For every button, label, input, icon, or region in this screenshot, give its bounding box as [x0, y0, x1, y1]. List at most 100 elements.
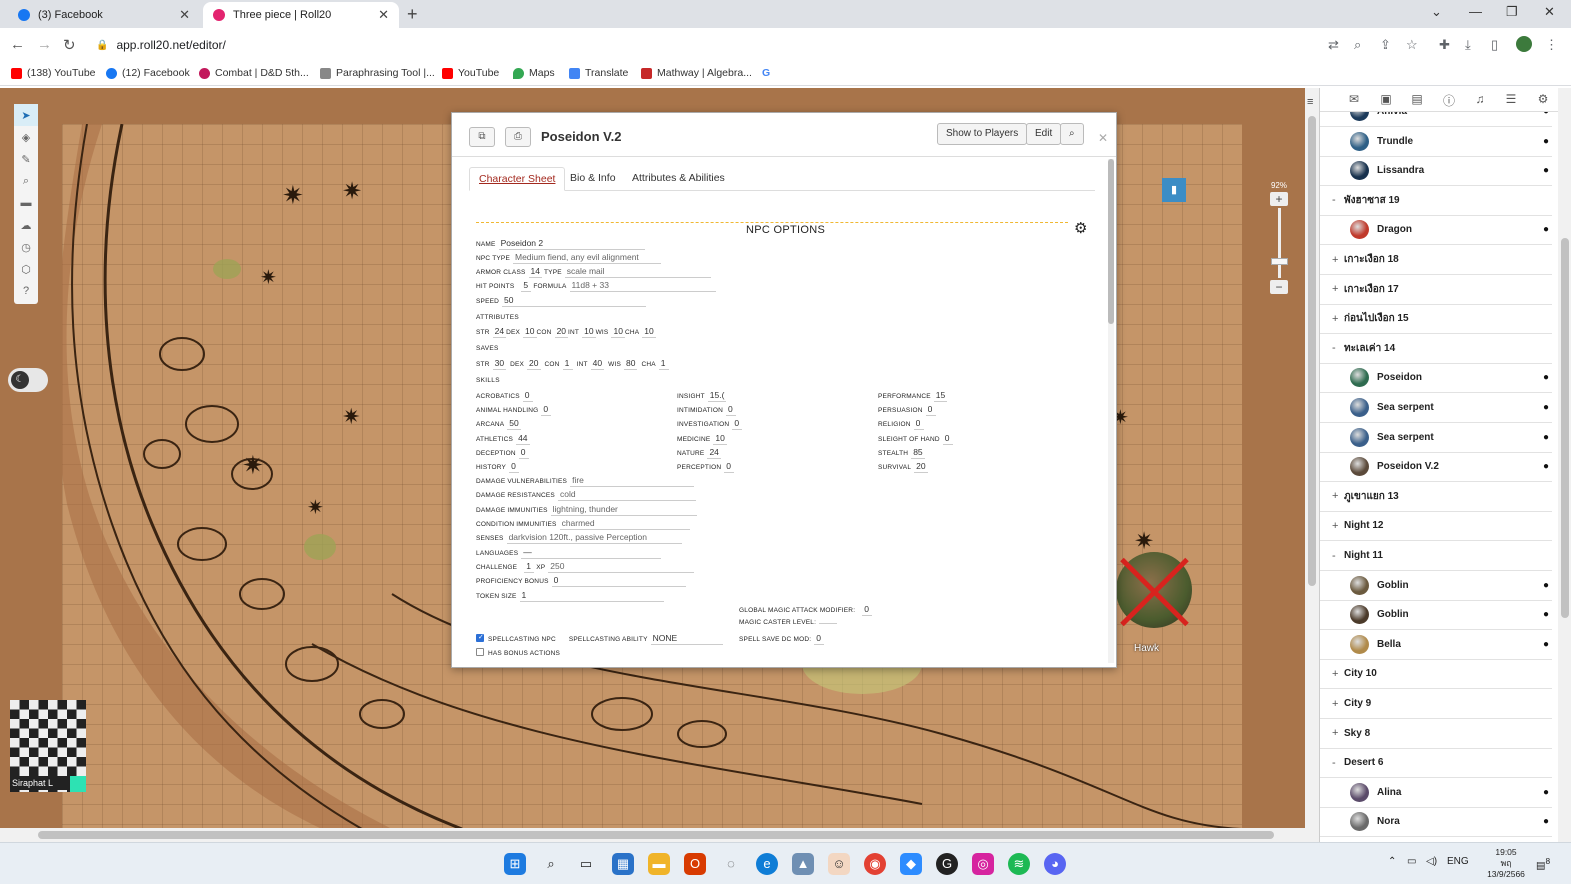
- expand-icon[interactable]: +: [1332, 668, 1344, 680]
- expand-icon[interactable]: +: [1332, 698, 1344, 710]
- scrollbar-thumb[interactable]: [1561, 238, 1569, 618]
- widgets-icon[interactable]: ▦: [612, 853, 634, 875]
- volume-icon[interactable]: ◁): [1426, 856, 1437, 867]
- expand-icon[interactable]: +: [1332, 727, 1344, 739]
- fog-tool-icon[interactable]: ☁: [14, 214, 38, 236]
- app-icon[interactable]: ◆: [900, 853, 922, 875]
- tab-search-icon[interactable]: ⌄: [1431, 4, 1442, 20]
- edge-icon[interactable]: e: [756, 853, 778, 875]
- profile-avatar[interactable]: [1516, 36, 1532, 52]
- search-button[interactable]: ⌕: [1060, 123, 1084, 145]
- journal-character[interactable]: Lissandra ●: [1320, 156, 1552, 187]
- zoom-tool-icon[interactable]: ⌕: [14, 170, 38, 192]
- zoom-in-button[interactable]: +: [1270, 192, 1288, 206]
- bookmark-star-icon[interactable]: ☆: [1406, 37, 1418, 53]
- collapse-icon[interactable]: -: [1332, 194, 1344, 206]
- collection-icon[interactable]: ☰: [1503, 92, 1519, 106]
- game-app-icon[interactable]: ☺: [828, 853, 850, 875]
- skill-input[interactable]: 0: [724, 461, 735, 473]
- condition-immunities-input[interactable]: charmed: [559, 518, 690, 530]
- tab-character-sheet[interactable]: Character Sheet: [469, 167, 566, 191]
- jukebox-icon[interactable]: ♫: [1472, 92, 1488, 106]
- journal-character[interactable]: Goblin ●: [1320, 600, 1552, 631]
- discord-icon[interactable]: ◕: [1044, 853, 1066, 875]
- save-wis-input[interactable]: 80: [624, 358, 638, 370]
- journal-character[interactable]: Sea serpent ●: [1320, 393, 1552, 423]
- photos-icon[interactable]: ▲: [792, 853, 814, 875]
- expand-icon[interactable]: +: [1332, 283, 1344, 295]
- skill-input[interactable]: 50: [507, 418, 521, 430]
- attr-str-input[interactable]: 24: [492, 326, 507, 338]
- address-bar[interactable]: 🔒 app.roll20.net/editor/: [88, 32, 1328, 58]
- extensions-icon[interactable]: ✚: [1439, 37, 1450, 53]
- github-icon[interactable]: G: [936, 853, 958, 875]
- save-cha-input[interactable]: 1: [658, 358, 669, 370]
- journal-character[interactable]: Anivia ●: [1320, 112, 1552, 127]
- armor-class-input[interactable]: 14: [528, 266, 542, 278]
- journal-folder[interactable]: - Desert 6: [1320, 748, 1552, 779]
- draw-tool-icon[interactable]: ✎: [14, 148, 38, 170]
- journal-character[interactable]: Sea serpent ●: [1320, 423, 1552, 453]
- bookmark-mathway[interactable]: Mathway | Algebra...: [641, 67, 752, 79]
- scrollbar-thumb[interactable]: [38, 831, 1274, 839]
- select-tool-icon[interactable]: ➤: [14, 104, 38, 126]
- tab-bio-info[interactable]: Bio & Info: [561, 167, 625, 191]
- collapse-icon[interactable]: -: [1332, 550, 1344, 562]
- speed-input[interactable]: 50: [502, 295, 647, 307]
- mouse-app-icon[interactable]: ◌: [720, 853, 742, 875]
- reload-icon[interactable]: ↻: [63, 36, 76, 54]
- skill-input[interactable]: 20: [914, 461, 928, 473]
- print-icon[interactable]: ⎙: [505, 127, 531, 147]
- tab-roll20[interactable]: Three piece | Roll20 ✕: [203, 2, 399, 28]
- save-con-input[interactable]: 1: [562, 358, 573, 370]
- npc-name-input[interactable]: Poseidon 2: [498, 238, 645, 250]
- share-icon[interactable]: ⇪: [1380, 37, 1391, 53]
- journal-character[interactable]: Goblin ●: [1320, 571, 1552, 601]
- journal-folder[interactable]: + ภูเขาแยก 13: [1320, 482, 1552, 512]
- save-dex-input[interactable]: 20: [527, 358, 541, 370]
- skill-input[interactable]: 0: [518, 447, 529, 459]
- damage-resistances-input[interactable]: cold: [557, 489, 696, 501]
- edit-button[interactable]: Edit: [1026, 123, 1062, 145]
- xp-input[interactable]: 250: [548, 561, 695, 573]
- damage-immunities-input[interactable]: lightning, thunder: [550, 504, 697, 516]
- office-icon[interactable]: O: [684, 853, 706, 875]
- attr-con-input[interactable]: 20: [554, 326, 569, 338]
- spellcasting-checkbox[interactable]: [476, 633, 484, 642]
- collapse-icon[interactable]: -: [1332, 342, 1344, 354]
- skill-input[interactable]: 0: [913, 418, 924, 430]
- dialog-scrollbar[interactable]: [1108, 159, 1114, 663]
- back-icon[interactable]: ←: [10, 36, 25, 53]
- horizontal-scrollbar[interactable]: [0, 828, 1305, 842]
- journal-folder[interactable]: + เกาะเงือก 18: [1320, 245, 1552, 275]
- vertical-scrollbar[interactable]: [1305, 88, 1319, 842]
- input-language[interactable]: ENG: [1447, 856, 1469, 867]
- armor-type-input[interactable]: scale mail: [564, 266, 711, 278]
- start-icon[interactable]: ⊞: [504, 853, 526, 875]
- journal-folder[interactable]: + Sky 8: [1320, 719, 1552, 749]
- chrome-icon[interactable]: ◉: [864, 853, 886, 875]
- caster-level-input[interactable]: [819, 622, 838, 624]
- player-color-swatch[interactable]: [70, 776, 86, 792]
- tab-attributes-abilities[interactable]: Attributes & Abilities: [623, 167, 734, 191]
- skill-input[interactable]: 15.(: [707, 390, 727, 402]
- collapse-icon[interactable]: -: [1332, 757, 1344, 769]
- journal-character[interactable]: Alina ●: [1320, 778, 1552, 808]
- skill-input[interactable]: 0: [732, 418, 743, 430]
- task-view-icon[interactable]: ▭: [575, 853, 597, 875]
- hp-formula-input[interactable]: 11d8 + 33: [569, 280, 716, 292]
- zoom-icon[interactable]: ⌕: [1354, 37, 1361, 53]
- bonus-actions-checkbox[interactable]: [476, 648, 484, 656]
- tray-expand-icon[interactable]: ⌃: [1388, 856, 1396, 867]
- journal-folder[interactable]: + Night 12: [1320, 511, 1552, 542]
- tab-facebook[interactable]: (3) Facebook ✕: [8, 2, 200, 28]
- bookmark-youtube-138[interactable]: (138) YouTube: [11, 67, 96, 79]
- layer-tool-icon[interactable]: ◈: [14, 126, 38, 148]
- skill-input[interactable]: 0: [925, 404, 936, 416]
- skill-input[interactable]: 15: [933, 390, 948, 402]
- network-icon[interactable]: ▭: [1407, 856, 1416, 867]
- sidebar-collapse-icon[interactable]: ≡: [1307, 96, 1313, 108]
- dark-mode-toggle[interactable]: ☾: [8, 368, 48, 392]
- journal-character[interactable]: Trundle ●: [1320, 127, 1552, 157]
- turn-tracker-icon[interactable]: ◷: [14, 236, 38, 258]
